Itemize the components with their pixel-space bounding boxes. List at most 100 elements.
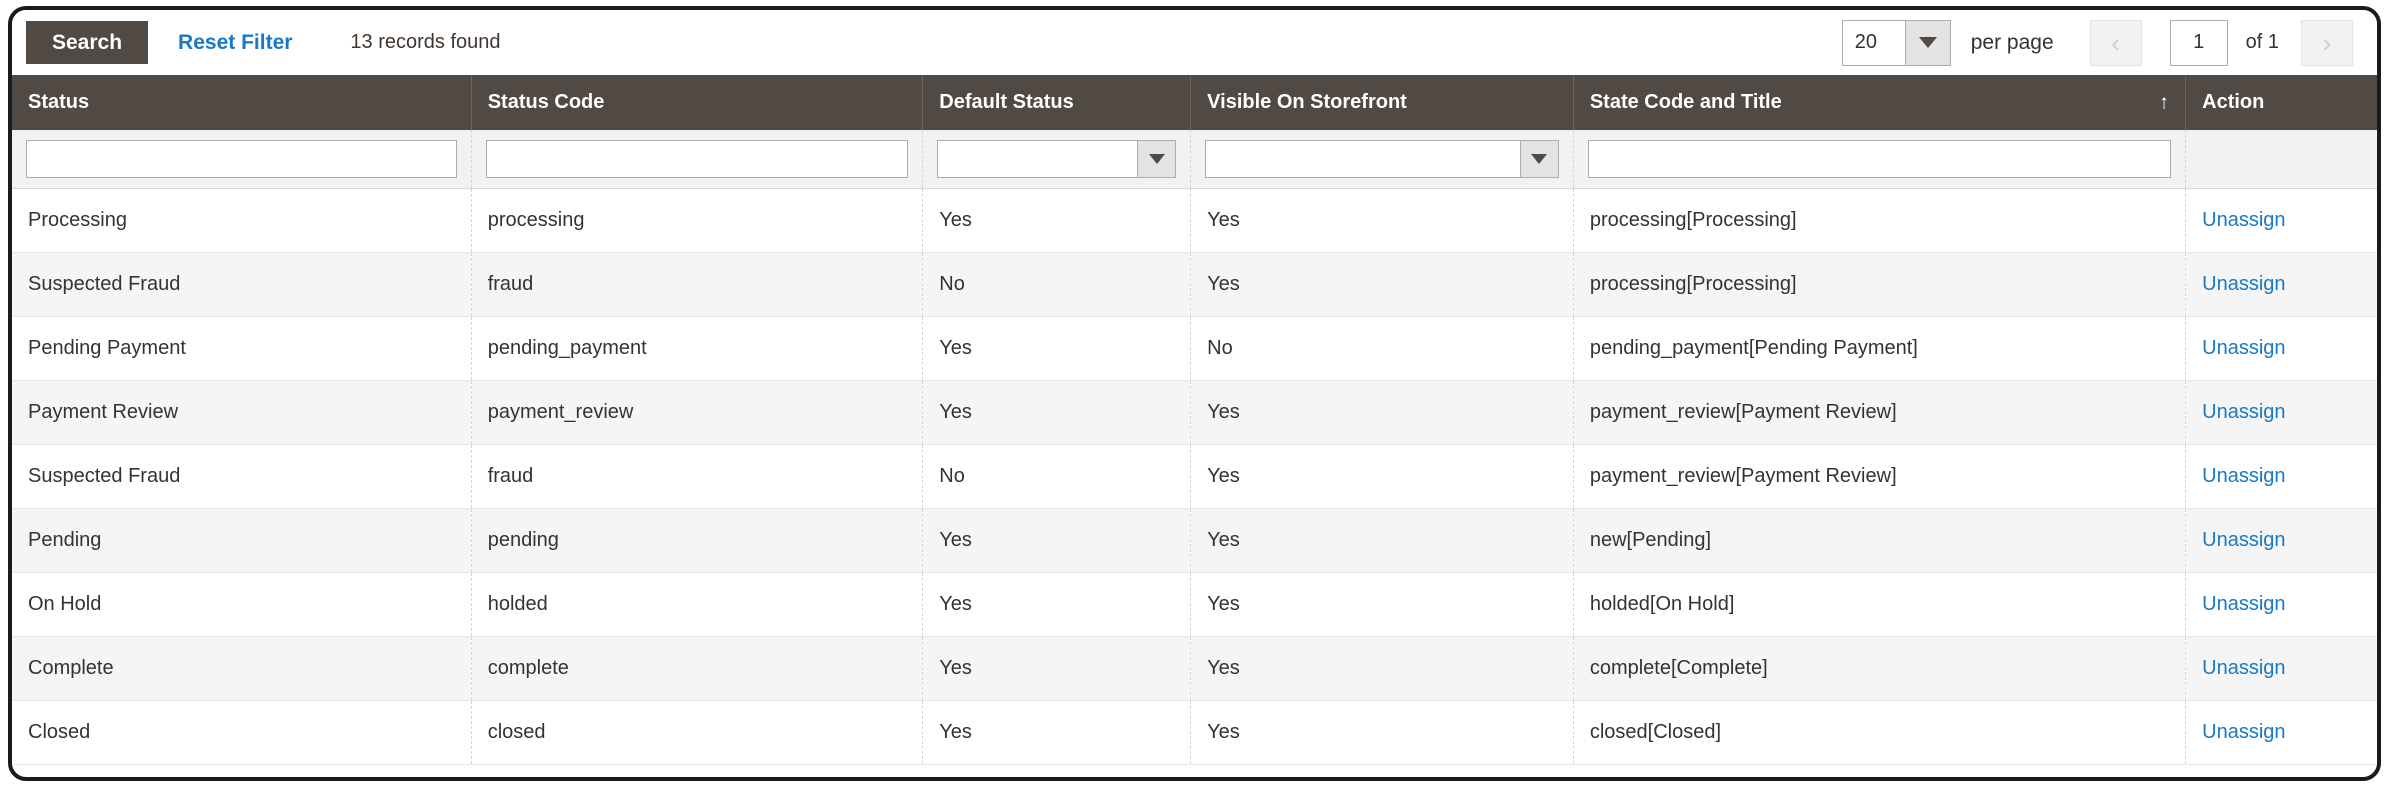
cell-action: Unassign bbox=[2185, 444, 2377, 509]
cell-action: Unassign bbox=[2185, 252, 2377, 317]
column-header-label: Visible On Storefront bbox=[1207, 91, 1407, 113]
search-button[interactable]: Search bbox=[26, 21, 149, 64]
unassign-link[interactable]: Unassign bbox=[2202, 273, 2285, 295]
pagination-controls: 20 per page ‹ of 1 › bbox=[1841, 19, 2353, 66]
column-header-label: Action bbox=[2202, 91, 2265, 113]
cell-status: Complete bbox=[12, 636, 472, 701]
column-header-label: State Code and Title bbox=[1589, 91, 1782, 113]
cell-status-code: fraud bbox=[471, 252, 924, 317]
chevron-down-icon bbox=[1531, 154, 1548, 164]
cell-visible-on-storefront: Yes bbox=[1190, 252, 1574, 317]
previous-page-button[interactable]: ‹ bbox=[2089, 19, 2142, 66]
unassign-link[interactable]: Unassign bbox=[2202, 529, 2285, 551]
sort-ascending-icon: ↑ bbox=[2159, 91, 2170, 113]
cell-visible-on-storefront: Yes bbox=[1190, 444, 1574, 509]
cell-visible-on-storefront: Yes bbox=[1190, 572, 1574, 637]
filter-cell-visible-on-storefront bbox=[1190, 130, 1574, 189]
cell-state-code-and-title: new[Pending] bbox=[1573, 508, 2187, 573]
filter-input-state-code-and-title[interactable] bbox=[1587, 140, 2172, 178]
reset-filter-link[interactable]: Reset Filter bbox=[178, 31, 292, 55]
table-row: Suspected Fraud fraud No Yes payment_review[… bbox=[12, 444, 2377, 509]
unassign-link[interactable]: Unassign bbox=[2202, 337, 2285, 359]
table-row: Pending pending Yes Yes new[Pending] Unassign bbox=[12, 508, 2377, 573]
next-page-button[interactable]: › bbox=[2301, 19, 2353, 66]
cell-state-code-and-title: processing[Processing] bbox=[1573, 252, 2187, 317]
cell-status-code: pending_payment bbox=[471, 316, 924, 381]
filter-input-status[interactable] bbox=[26, 140, 457, 178]
unassign-link[interactable]: Unassign bbox=[2202, 401, 2285, 423]
cell-state-code-and-title: processing[Processing] bbox=[1573, 188, 2187, 253]
cell-status-code: holded bbox=[471, 572, 924, 637]
cell-default-status: No bbox=[922, 252, 1192, 317]
total-pages-label: of 1 bbox=[2245, 31, 2279, 53]
cell-action: Unassign bbox=[2185, 316, 2377, 381]
page-number-input[interactable] bbox=[2169, 19, 2228, 66]
table-row: On Hold holded Yes Yes holded[On Hold] Unassi… bbox=[12, 572, 2377, 637]
column-header-default-status[interactable]: Default Status bbox=[922, 75, 1192, 130]
filter-cell-status-code bbox=[471, 130, 924, 189]
grid-header: Status Status Code Default Status Visibl… bbox=[12, 75, 2377, 189]
records-found-label: 13 records found bbox=[350, 31, 501, 53]
filter-cell-default-status bbox=[922, 130, 1192, 189]
column-header-state-code-and-title[interactable]: State Code and Title ↑ bbox=[1573, 75, 2187, 130]
column-header-status-code[interactable]: Status Code bbox=[471, 75, 924, 130]
unassign-link[interactable]: Unassign bbox=[2202, 209, 2285, 231]
cell-visible-on-storefront: Yes bbox=[1190, 188, 1574, 253]
chevron-down-icon bbox=[1918, 37, 1937, 48]
cell-action: Unassign bbox=[2185, 380, 2377, 445]
cell-visible-on-storefront: Yes bbox=[1190, 636, 1574, 701]
table-row: Pending Payment pending_payment Yes No pendi… bbox=[12, 316, 2377, 381]
column-header-status[interactable]: Status bbox=[12, 75, 472, 130]
order-status-grid: Status Status Code Default Status Visibl… bbox=[12, 75, 2377, 765]
column-header-visible-on-storefront[interactable]: Visible On Storefront bbox=[1190, 75, 1574, 130]
filter-select-visible-on-storefront[interactable] bbox=[1205, 140, 1559, 178]
cell-status: On Hold bbox=[12, 572, 472, 637]
grid-body: Processing processing Yes Yes processing[Pro… bbox=[12, 188, 2377, 765]
column-header-label: Default Status bbox=[939, 91, 1074, 113]
cell-state-code-and-title: holded[On Hold] bbox=[1573, 572, 2187, 637]
unassign-link[interactable]: Unassign bbox=[2202, 721, 2285, 743]
unassign-link[interactable]: Unassign bbox=[2202, 465, 2285, 487]
filter-select-arrow[interactable] bbox=[1137, 141, 1176, 177]
filter-select-arrow[interactable] bbox=[1519, 141, 1558, 177]
filter-select-value bbox=[938, 141, 1138, 177]
filter-select-value bbox=[1206, 141, 1520, 177]
cell-status: Payment Review bbox=[12, 380, 472, 445]
per-page-label: per page bbox=[1970, 30, 2054, 54]
cell-state-code-and-title: payment_review[Payment Review] bbox=[1573, 444, 2187, 509]
grid-header-row: Status Status Code Default Status Visibl… bbox=[12, 75, 2377, 130]
cell-action: Unassign bbox=[2185, 508, 2377, 573]
cell-status: Suspected Fraud bbox=[12, 252, 472, 317]
filter-select-default-status[interactable] bbox=[937, 140, 1177, 178]
cell-status: Pending Payment bbox=[12, 316, 472, 381]
cell-action: Unassign bbox=[2185, 188, 2377, 253]
cell-default-status: No bbox=[922, 444, 1192, 509]
cell-status: Pending bbox=[12, 508, 472, 573]
table-row: Complete complete Yes Yes complete[Complete]… bbox=[12, 636, 2377, 701]
per-page-dropdown-arrow[interactable] bbox=[1904, 20, 1950, 65]
cell-action: Unassign bbox=[2185, 572, 2377, 637]
cell-status-code: pending bbox=[471, 508, 924, 573]
cell-default-status: Yes bbox=[922, 188, 1192, 253]
filter-input-status-code[interactable] bbox=[485, 140, 909, 178]
column-header-label: Status bbox=[28, 91, 90, 113]
table-row: Payment Review payment_review Yes Yes paymen… bbox=[12, 380, 2377, 445]
filter-cell-status bbox=[12, 130, 472, 189]
unassign-link[interactable]: Unassign bbox=[2202, 593, 2285, 615]
unassign-link[interactable]: Unassign bbox=[2202, 657, 2285, 679]
column-header-action: Action bbox=[2185, 75, 2377, 130]
cell-visible-on-storefront: Yes bbox=[1190, 700, 1574, 765]
grid-page-frame: Search Reset Filter 13 records found 20 … bbox=[8, 6, 2381, 781]
filter-cell-action bbox=[2185, 130, 2377, 189]
per-page-select[interactable]: 20 bbox=[1841, 19, 1951, 66]
table-row: Processing processing Yes Yes processing[Pro… bbox=[12, 188, 2377, 253]
cell-visible-on-storefront: Yes bbox=[1190, 380, 1574, 445]
cell-action: Unassign bbox=[2185, 636, 2377, 701]
cell-status-code: closed bbox=[471, 700, 924, 765]
table-row: Suspected Fraud fraud No Yes processing[Proc… bbox=[12, 252, 2377, 317]
grid-toolbar: Search Reset Filter 13 records found 20 … bbox=[12, 10, 2377, 75]
table-row: Closed closed Yes Yes closed[Closed] Unassign bbox=[12, 700, 2377, 765]
cell-state-code-and-title: payment_review[Payment Review] bbox=[1573, 380, 2187, 445]
per-page-value: 20 bbox=[1842, 20, 1905, 65]
cell-default-status: Yes bbox=[922, 316, 1192, 381]
